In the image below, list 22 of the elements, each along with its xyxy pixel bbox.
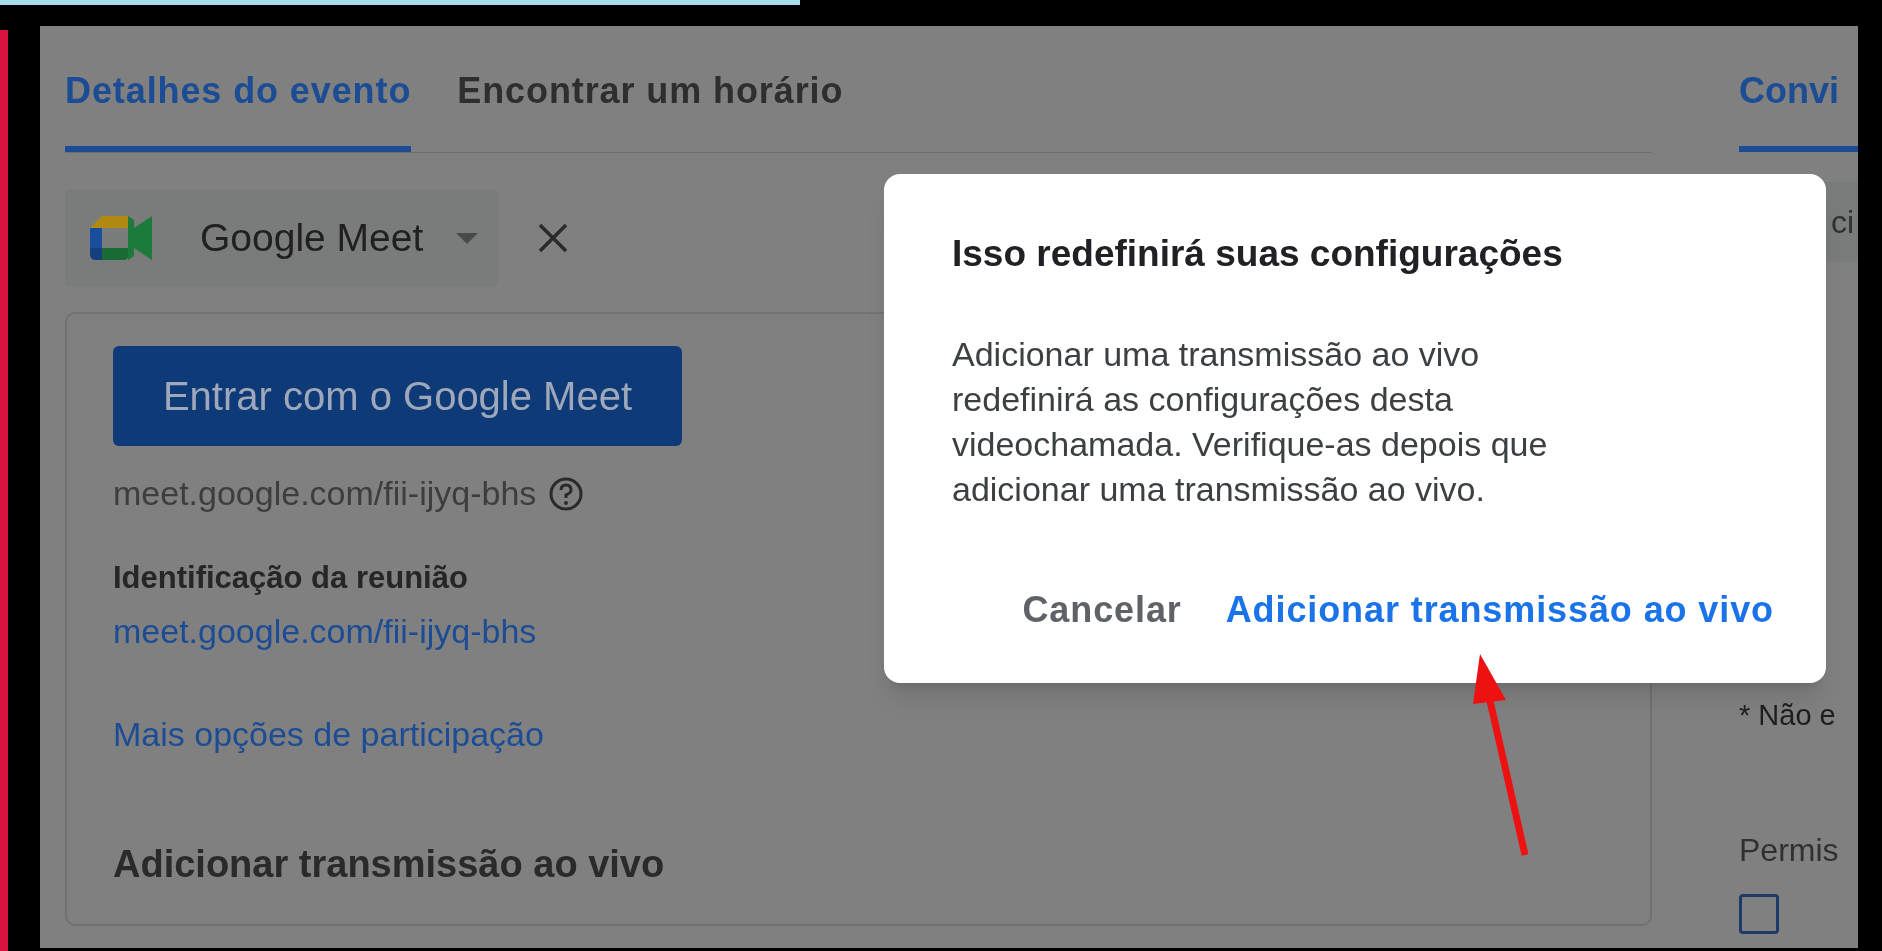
more-options-link[interactable]: Mais opções de participação — [113, 708, 544, 760]
field-text: ci — [1831, 203, 1855, 242]
close-icon[interactable] — [538, 223, 568, 253]
help-icon[interactable] — [548, 475, 585, 512]
checkbox[interactable] — [1739, 893, 1779, 934]
dialog-message: Adicionar uma transmissão ao vivo redefinirá as configurações desta videochamada. Verifique-as depois que adicionar uma transmissão ao vivo. — [952, 333, 1549, 510]
provider-name: Google Meet — [200, 214, 424, 261]
meeting-id-label: Identificação da reunião — [113, 559, 468, 597]
provider-dropdown[interactable]: Google Meet — [65, 189, 498, 287]
tab[interactable]: Encontrar um horário — [457, 64, 844, 152]
video-camera-icon — [90, 216, 152, 260]
tab[interactable]: Detalhes do evento — [65, 64, 412, 152]
side-section-label: Permis — [1739, 830, 1839, 870]
tab[interactable]: Convi — [1739, 64, 1858, 152]
livestream-heading: Adicionar transmissão ao vivo — [113, 841, 665, 887]
dialog-title: Isso redefinirá suas configurações — [952, 232, 1564, 276]
cancel-button[interactable]: Cancelar — [1010, 573, 1194, 647]
caret-icon — [456, 232, 478, 244]
meeting-id-link[interactable]: meet.google.com/fii-ijyq-bhs — [113, 605, 537, 657]
side-note: * Não e — [1739, 698, 1836, 733]
join-button[interactable]: Entrar com o Google Meet — [113, 346, 682, 446]
add-livestream-button[interactable]: Adicionar transmissão ao vivo — [1213, 573, 1786, 647]
